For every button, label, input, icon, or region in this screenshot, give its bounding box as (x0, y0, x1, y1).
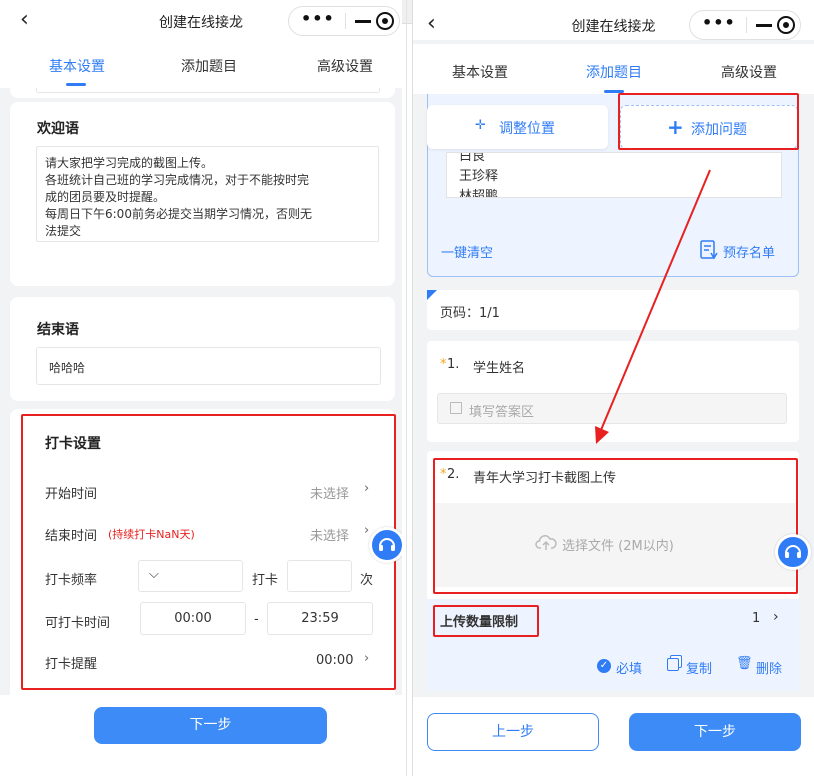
ending-heading: 结束语 (37, 322, 79, 338)
welcome-line: 各班统计自己班的学习完成情况，对于不能按时完 (45, 173, 310, 187)
next-step-button[interactable]: 下一步 (94, 707, 327, 744)
tab-bar: 基本设置 添加题目 高级设置 (0, 40, 402, 88)
welcome-line: 请大家把学习完成的截图上传。 (45, 156, 214, 170)
annotation-arrow (595, 169, 711, 444)
welcome-card: 欢迎语 请大家把学习完成的截图上传。 各班统计自己班的学习完成情况，对于不能按时… (10, 102, 395, 286)
ending-card: 结束语 哈哈哈 (10, 297, 395, 401)
welcome-heading: 欢迎语 (37, 121, 79, 137)
right-screen: ‹ 创建在线接龙 ••• 基本设置 添加题目 高级设置 白良 王珍释 林超鹏 一… (412, 0, 814, 776)
tab-advanced-settings[interactable]: 高级设置 (314, 56, 376, 76)
previous-step-button[interactable]: 上一步 (427, 713, 599, 751)
customer-service-icon[interactable] (369, 527, 402, 563)
ending-input[interactable]: 哈哈哈 (36, 347, 381, 385)
mini-program-capsule: ••• (288, 6, 400, 36)
left-screen: ‹ 创建在线接龙 ••• 基本设置 添加题目 高级设置 欢迎语 请大家把学习完成… (0, 0, 402, 776)
screen-divider (402, 0, 412, 776)
welcome-textarea[interactable]: 请大家把学习完成的截图上传。 各班统计自己班的学习完成情况，对于不能按时完 成的… (36, 146, 379, 242)
tab-add-questions[interactable]: 添加题目 (178, 56, 240, 76)
active-tab-indicator (66, 83, 86, 86)
welcome-line: 成的团员要及时提醒。 (45, 190, 166, 204)
previous-input-edge (36, 88, 380, 93)
tab-basic-settings[interactable]: 基本设置 (47, 56, 107, 76)
minimize-icon[interactable] (355, 20, 371, 23)
highlight-checkin-settings (21, 414, 396, 690)
close-target-icon[interactable] (376, 12, 394, 30)
next-step-button[interactable]: 下一步 (629, 713, 801, 751)
more-icon[interactable]: ••• (301, 9, 335, 28)
welcome-line: 每周日下午6:00前务必提交当期学习情况，否则无 (45, 207, 312, 221)
title-bar: ‹ 创建在线接龙 ••• (0, 0, 402, 40)
welcome-line: 法提交 (45, 224, 82, 238)
